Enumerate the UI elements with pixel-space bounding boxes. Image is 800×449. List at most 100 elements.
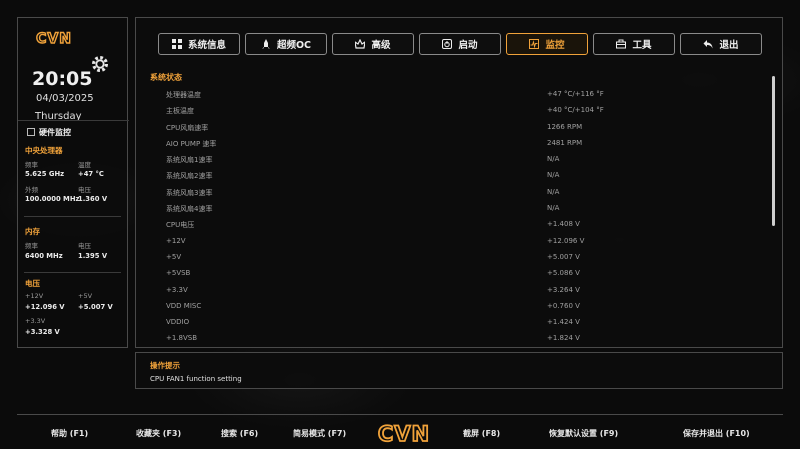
help-title: 操作提示: [150, 361, 180, 370]
cpu-freq-label: 频率: [25, 161, 38, 169]
status-row-value: N/A: [547, 204, 560, 213]
status-row-name: +1.8VSB: [166, 334, 198, 343]
brand-logo: CVN: [35, 30, 72, 46]
cpu-volt-label: 电压: [78, 186, 91, 194]
tab-label: 启动: [458, 40, 478, 51]
status-row-value: +47 °C/+116 °F: [547, 90, 604, 98]
status-row[interactable]: CPU风扇速率 1266 RPM: [166, 120, 756, 136]
status-row-value: 2481 RPM: [547, 138, 583, 147]
status-row-value: +40 °C/+104 °F: [547, 106, 604, 115]
help-button[interactable]: 帮助 (F1): [51, 428, 88, 439]
cpu-ext-label: 外频: [25, 186, 38, 194]
divider: [24, 216, 121, 217]
status-row-name: +5VSB: [166, 269, 191, 278]
hardware-sidebar: CVN 20:05 04/03/2025 Thursday 硬件监控 中央处理器…: [17, 17, 129, 348]
memory-volt-label: 电压: [78, 242, 91, 250]
function-key-bar: 帮助 (F1) 收藏夹 (F3) 搜索 (F6) 简易模式 (F7) CVN 截…: [17, 414, 783, 449]
tab-tools[interactable]: 工具: [593, 33, 675, 55]
memory-section-title: 内存: [25, 227, 40, 236]
search-button[interactable]: 搜索 (F6): [221, 428, 258, 439]
cpu-section-title: 中央处理器: [25, 146, 63, 155]
cpu-ext-value: 100.0000 MHz: [25, 195, 80, 203]
tab-label: 系统信息: [187, 40, 226, 51]
status-row[interactable]: VDDIO +1.424 V: [166, 315, 756, 331]
hardware-monitor-title: 硬件监控: [39, 128, 71, 137]
help-panel: 操作提示 CPU FAN1 function setting: [135, 352, 783, 389]
status-row-name: VDD MISC: [166, 301, 202, 310]
status-row-value: +3.264 V: [547, 285, 580, 294]
tab-exit[interactable]: 退出: [680, 33, 762, 55]
tab-label: 超频OC: [276, 40, 312, 51]
toolbox-icon: [616, 39, 627, 49]
status-row-name: +5V: [166, 252, 182, 261]
status-row-value: +1.424 V: [547, 318, 580, 327]
voltage-12v-value: +12.096 V: [25, 303, 65, 311]
status-row[interactable]: 系统风扇1速率 N/A: [166, 152, 756, 168]
hardware-monitor-header: 硬件监控: [18, 120, 129, 142]
status-row-value: N/A: [547, 155, 560, 164]
crown-icon: [355, 39, 366, 49]
monitor-icon: [529, 39, 540, 49]
svg-text:CVN: CVN: [378, 422, 430, 445]
clock-time: 20:05: [32, 68, 93, 90]
scrollbar[interactable]: [772, 76, 775, 226]
status-row[interactable]: 主板温度 +40 °C/+104 °F: [166, 103, 756, 119]
cpu-temp-value: +47 °C: [78, 170, 104, 178]
status-row[interactable]: 系统风扇2速率 N/A: [166, 168, 756, 184]
status-row[interactable]: +1.8VSB +1.824 V: [166, 331, 756, 347]
cpu-freq-value: 5.625 GHz: [25, 170, 65, 178]
system-status-title: 系统状态: [150, 73, 182, 82]
tab-overclock[interactable]: 超频OC: [245, 33, 327, 55]
status-row[interactable]: 系统风扇3速率 N/A: [166, 185, 756, 201]
grid-icon: [171, 39, 182, 49]
back-arrow-icon: [703, 40, 713, 49]
status-row[interactable]: +12V +12.096 V: [166, 234, 756, 250]
status-row-name: CPU风扇速率: [166, 123, 209, 132]
status-row[interactable]: AIO PUMP 速率 2481 RPM: [166, 136, 756, 152]
status-row[interactable]: +3.3V +3.264 V: [166, 283, 756, 299]
status-row[interactable]: VDD MISC +0.760 V: [166, 299, 756, 315]
voltage-33v-label: +3.3V: [25, 317, 46, 325]
restore-defaults-button[interactable]: 恢复默认设置 (F9): [549, 428, 618, 439]
main-panel: 系统信息 超频OC 高级 启动 监控 工具 退出 系统状态 处理器温度 +47 °…: [135, 17, 783, 348]
tab-system-info[interactable]: 系统信息: [158, 33, 240, 55]
rocket-icon: [261, 39, 270, 49]
tab-boot[interactable]: 启动: [419, 33, 501, 55]
tab-label: 高级: [371, 40, 391, 51]
save-exit-button[interactable]: 保存并退出 (F10): [683, 428, 750, 439]
tab-label: 退出: [719, 40, 739, 51]
status-row-name: 处理器温度: [166, 91, 201, 99]
tab-label: 工具: [632, 40, 652, 51]
tab-advanced[interactable]: 高级: [332, 33, 414, 55]
status-row-name: VDDIO: [166, 318, 190, 327]
status-row-name: 主板温度: [166, 107, 194, 116]
power-icon: [442, 39, 453, 49]
status-row[interactable]: CPU电压 +1.408 V: [166, 217, 756, 233]
status-row[interactable]: +5VSB +5.086 V: [166, 266, 756, 282]
divider: [24, 272, 121, 273]
status-row-name: 系统风扇2速率: [166, 172, 213, 181]
status-row-name: 系统风扇4速率: [166, 205, 213, 214]
svg-text:CVN: CVN: [36, 31, 72, 46]
status-row-value: +1.408 V: [547, 220, 580, 229]
status-row-value: 1266 RPM: [547, 122, 583, 131]
status-row-value: N/A: [547, 187, 560, 196]
status-row[interactable]: +5V +5.007 V: [166, 250, 756, 266]
status-row[interactable]: 处理器温度 +47 °C/+116 °F: [166, 87, 756, 103]
monitor-chip-icon: [27, 128, 35, 136]
easy-mode-button[interactable]: 简易模式 (F7): [293, 428, 346, 439]
clock-date: 04/03/2025: [36, 93, 94, 104]
favorites-button[interactable]: 收藏夹 (F3): [136, 428, 181, 439]
status-row-name: 系统风扇3速率: [166, 188, 213, 197]
screenshot-button[interactable]: 截屏 (F8): [463, 428, 500, 439]
voltage-5v-value: +5.007 V: [78, 303, 113, 311]
status-row-name: CPU电压: [166, 221, 195, 230]
cpu-temp-label: 温度: [78, 161, 91, 169]
tab-monitor[interactable]: 监控: [506, 33, 588, 55]
status-list: 处理器温度 +47 °C/+116 °F 主板温度 +40 °C/+104 °F C…: [166, 87, 756, 348]
voltage-section-title: 电压: [25, 279, 40, 288]
status-row-name: +3.3V: [166, 285, 188, 294]
memory-freq-value: 6400 MHz: [25, 252, 63, 260]
status-row-value: +5.086 V: [547, 269, 580, 278]
status-row[interactable]: 系统风扇4速率 N/A: [166, 201, 756, 217]
